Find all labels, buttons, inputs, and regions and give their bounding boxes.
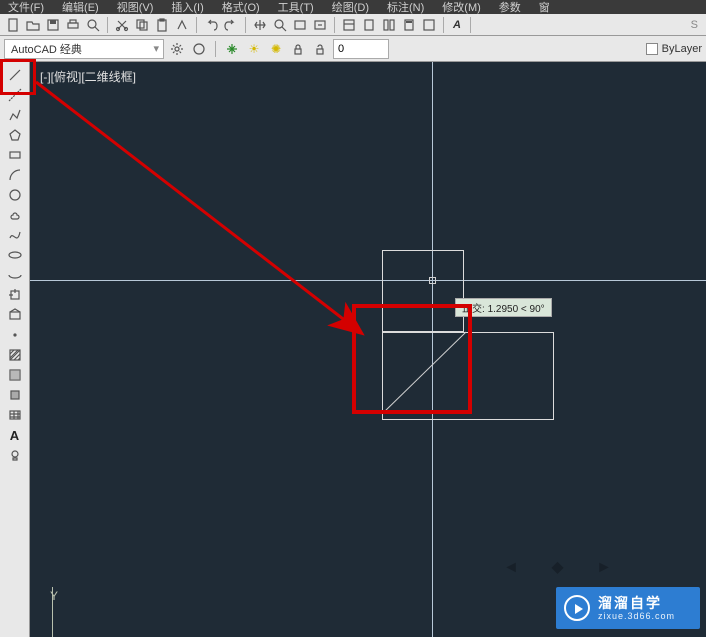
zoom-window-button[interactable] — [291, 16, 309, 34]
plot-preview-button[interactable] — [84, 16, 102, 34]
ucs-y-axis — [52, 587, 53, 637]
menu-edit[interactable]: 编辑(E) — [62, 0, 99, 14]
rectangle-tool-button[interactable] — [4, 146, 26, 164]
match-button[interactable] — [173, 16, 191, 34]
polyline-tool-button[interactable] — [4, 106, 26, 124]
revcloud-tool-button[interactable] — [4, 206, 26, 224]
calc-button[interactable] — [400, 16, 418, 34]
properties-button[interactable] — [340, 16, 358, 34]
search-hint[interactable]: S — [691, 19, 702, 31]
layer-lock-icon[interactable] — [289, 40, 307, 58]
gradient-tool-button[interactable] — [4, 366, 26, 384]
menu-view[interactable]: 视图(V) — [117, 0, 154, 14]
markup-button[interactable] — [420, 16, 438, 34]
menu-modify[interactable]: 修改(M) — [442, 0, 481, 14]
sheet-button[interactable] — [360, 16, 378, 34]
menu-tools[interactable]: 工具(T) — [278, 0, 314, 14]
xline-tool-button[interactable] — [4, 86, 26, 104]
copy-button[interactable] — [133, 16, 151, 34]
print-button[interactable] — [64, 16, 82, 34]
drawing-canvas[interactable]: [-][俯视][二维线框] 正交: 1.2950 < 90° Y ◄ ◆ ► 溜… — [30, 62, 706, 637]
watermark-play-icon — [564, 595, 590, 621]
zoom-button[interactable] — [271, 16, 289, 34]
main-area: A [-][俯视][二维线框] 正交: 1.2950 < 90° Y ◄ ◆ ►… — [0, 62, 706, 637]
tool-palette-button[interactable] — [380, 16, 398, 34]
ellipse-tool-button[interactable] — [4, 246, 26, 264]
separator — [334, 17, 335, 33]
table-tool-button[interactable] — [4, 406, 26, 424]
block-tool-button[interactable] — [4, 306, 26, 324]
separator — [245, 17, 246, 33]
annotation-arrow — [30, 62, 706, 637]
separator — [196, 17, 197, 33]
separator — [215, 41, 216, 57]
separator — [443, 17, 444, 33]
watermark-url: zixue.3d66.com — [598, 611, 675, 621]
line-tool-button[interactable] — [4, 66, 26, 84]
arc-tool-button[interactable] — [4, 166, 26, 184]
insert-tool-button[interactable] — [4, 286, 26, 304]
drawing-rect-bottom — [382, 332, 554, 420]
menu-bar: 文件(F) 编辑(E) 视图(V) 插入(I) 格式(O) 工具(T) 绘图(D… — [0, 0, 706, 14]
menu-window[interactable]: 窗 — [539, 0, 550, 14]
zoom-prev-button[interactable] — [311, 16, 329, 34]
menu-draw[interactable]: 绘图(D) — [332, 0, 369, 14]
hatch-tool-button[interactable] — [4, 346, 26, 364]
watermark-title: 溜溜自学 — [598, 595, 675, 611]
draw-toolbar: A — [0, 62, 30, 637]
circle-tool-button[interactable] — [4, 186, 26, 204]
text-tool-button[interactable]: A — [4, 426, 26, 444]
new-button[interactable] — [4, 16, 22, 34]
crosshair-horizontal — [30, 280, 706, 281]
workspace-gear-icon[interactable] — [168, 40, 186, 58]
layer-sun-icon[interactable]: ✺ — [267, 40, 285, 58]
watermark: 溜溜自学 zixue.3d66.com — [556, 587, 700, 629]
color-swatch — [646, 43, 658, 55]
layer-unlock-icon[interactable] — [311, 40, 329, 58]
menu-dim[interactable]: 标注(N) — [387, 0, 424, 14]
addlight-tool-button[interactable] — [4, 446, 26, 464]
workspace-toolbar: AutoCAD 经典 ☀ ✺ 0 ByLayer — [0, 36, 706, 62]
drawing-rect-top — [382, 250, 464, 332]
region-tool-button[interactable] — [4, 386, 26, 404]
workspace-label: AutoCAD 经典 — [11, 41, 82, 57]
color-control[interactable]: ByLayer — [646, 43, 702, 55]
menu-param[interactable]: 参数 — [499, 0, 521, 14]
menu-file[interactable]: 文件(F) — [8, 0, 44, 14]
open-button[interactable] — [24, 16, 42, 34]
paste-button[interactable] — [153, 16, 171, 34]
layer-current: 0 — [338, 43, 344, 55]
cut-button[interactable] — [113, 16, 131, 34]
spline-tool-button[interactable] — [4, 226, 26, 244]
redo-button[interactable] — [222, 16, 240, 34]
text-style-icon[interactable]: A — [449, 17, 465, 33]
polygon-tool-button[interactable] — [4, 126, 26, 144]
layer-dropdown[interactable]: 0 — [333, 39, 389, 59]
tooltip-prefix: 正交 — [462, 304, 482, 315]
menu-format[interactable]: 格式(O) — [222, 0, 260, 14]
viewport-label[interactable]: [-][俯视][二维线框] — [40, 68, 136, 85]
dynamic-input-tooltip: 正交: 1.2950 < 90° — [455, 298, 552, 317]
menu-insert[interactable]: 插入(I) — [171, 0, 203, 14]
pan-button[interactable] — [251, 16, 269, 34]
viewcube-shadow: ◄ ◆ ► — [503, 557, 626, 577]
point-tool-button[interactable] — [4, 326, 26, 344]
separator — [107, 17, 108, 33]
standard-toolbar: A S — [0, 14, 706, 36]
workspace-settings-icon[interactable] — [190, 40, 208, 58]
save-button[interactable] — [44, 16, 62, 34]
workspace-dropdown[interactable]: AutoCAD 经典 — [4, 39, 164, 59]
separator — [470, 17, 471, 33]
bylayer-label: ByLayer — [662, 43, 702, 55]
layer-bulb-icon[interactable]: ☀ — [245, 40, 263, 58]
ellipsearc-tool-button[interactable] — [4, 266, 26, 284]
tooltip-value: 1.2950 < 90° — [488, 304, 545, 315]
layer-freeze-icon[interactable] — [223, 40, 241, 58]
undo-button[interactable] — [202, 16, 220, 34]
